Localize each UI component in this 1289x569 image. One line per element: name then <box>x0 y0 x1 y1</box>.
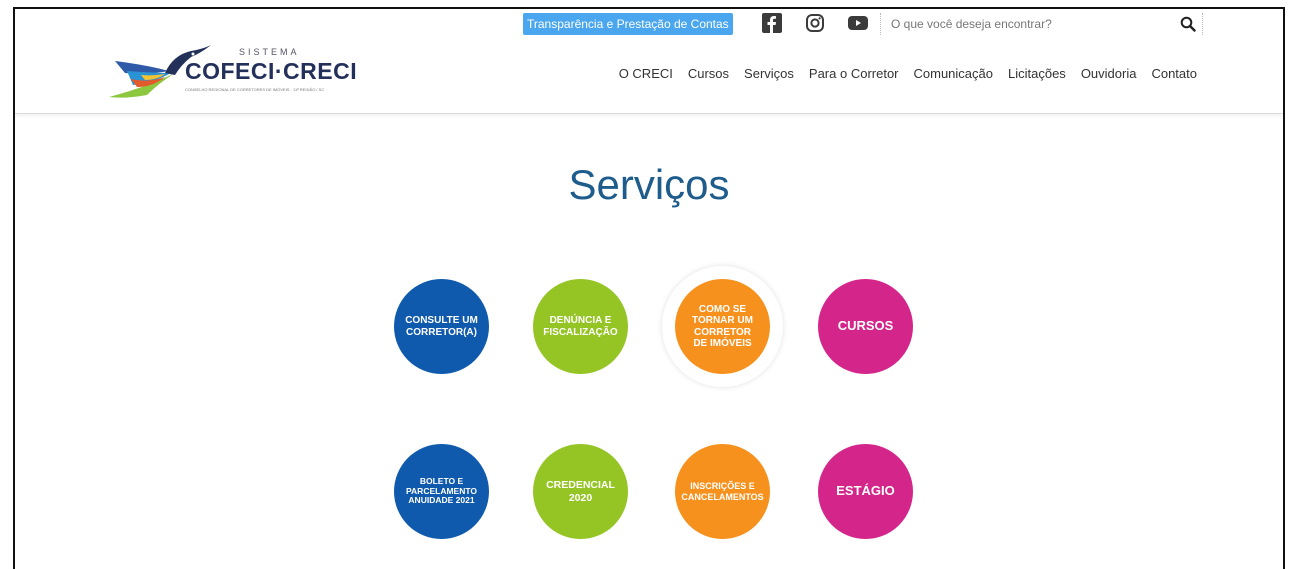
service-estagio[interactable]: ESTÁGIO <box>818 444 913 539</box>
nav-licitacoes[interactable]: Licitações <box>1008 66 1066 81</box>
service-credencial[interactable]: CREDENCIAL 2020 <box>533 444 628 539</box>
youtube-icon[interactable] <box>848 13 868 33</box>
service-label: DENÚNCIA E FISCALIZAÇÃO <box>543 315 618 338</box>
service-denuncia-fiscalizacao[interactable]: DENÚNCIA E FISCALIZAÇÃO <box>533 279 628 374</box>
nav-comunicacao[interactable]: Comunicação <box>914 66 994 81</box>
search-divider-right <box>1202 13 1203 35</box>
browser-page: SISTEMA COFECI·CRECI CONSELHO REGIONAL D… <box>13 7 1285 569</box>
service-boleto-parcelamento[interactable]: BOLETO E PARCELAMENTO ANUIDADE 2021 <box>394 444 489 539</box>
transparency-link[interactable]: Transparência e Prestação de Contas <box>523 13 733 35</box>
cofeci-creci-logo[interactable]: SISTEMA COFECI·CRECI CONSELHO REGIONAL D… <box>107 43 377 103</box>
service-consulte-corretor[interactable]: CONSULTE UM CORRETOR(A) <box>394 279 489 374</box>
service-label: CONSULTE UM CORRETOR(A) <box>405 315 478 338</box>
facebook-icon[interactable] <box>762 13 782 33</box>
nav-para-o-corretor[interactable]: Para o Corretor <box>809 66 899 81</box>
site-header: SISTEMA COFECI·CRECI CONSELHO REGIONAL D… <box>15 9 1283 114</box>
service-inscricoes-cancelamentos[interactable]: INSCRIÇÕES E CANCELAMENTOS <box>675 444 770 539</box>
main-navigation: O CRECI Cursos Serviços Para o Corretor … <box>619 66 1197 81</box>
service-label: CREDENCIAL 2020 <box>546 479 615 504</box>
search-icon[interactable] <box>1180 16 1196 32</box>
instagram-icon[interactable] <box>805 13 825 33</box>
service-label: COMO SE TORNAR UM CORRETOR DE IMÓVEIS <box>692 303 753 350</box>
service-label: CURSOS <box>837 318 894 334</box>
service-label: BOLETO E PARCELAMENTO ANUIDADE 2021 <box>406 475 477 506</box>
nav-contato[interactable]: Contato <box>1151 66 1197 81</box>
nav-o-creci[interactable]: O CRECI <box>619 66 673 81</box>
service-cursos[interactable]: CURSOS <box>818 279 913 374</box>
page-title: Serviços <box>568 161 730 208</box>
nav-ouvidoria[interactable]: Ouvidoria <box>1081 66 1137 81</box>
logo-brand-text: COFECI·CRECI <box>185 58 358 84</box>
service-como-se-tornar-corretor[interactable]: COMO SE TORNAR UM CORRETOR DE IMÓVEIS <box>675 279 770 374</box>
service-label: ESTÁGIO <box>836 483 895 499</box>
nav-cursos[interactable]: Cursos <box>688 66 729 81</box>
logo-sistema-text: SISTEMA <box>239 47 300 57</box>
logo-subtitle-text: CONSELHO REGIONAL DE CORRETORES DE IMÓVE… <box>185 87 325 92</box>
service-label: INSCRIÇÕES E CANCELAMENTOS <box>681 481 764 502</box>
search-divider-left <box>880 13 881 35</box>
search-input[interactable] <box>891 15 1161 33</box>
nav-servicos[interactable]: Serviços <box>744 66 794 81</box>
